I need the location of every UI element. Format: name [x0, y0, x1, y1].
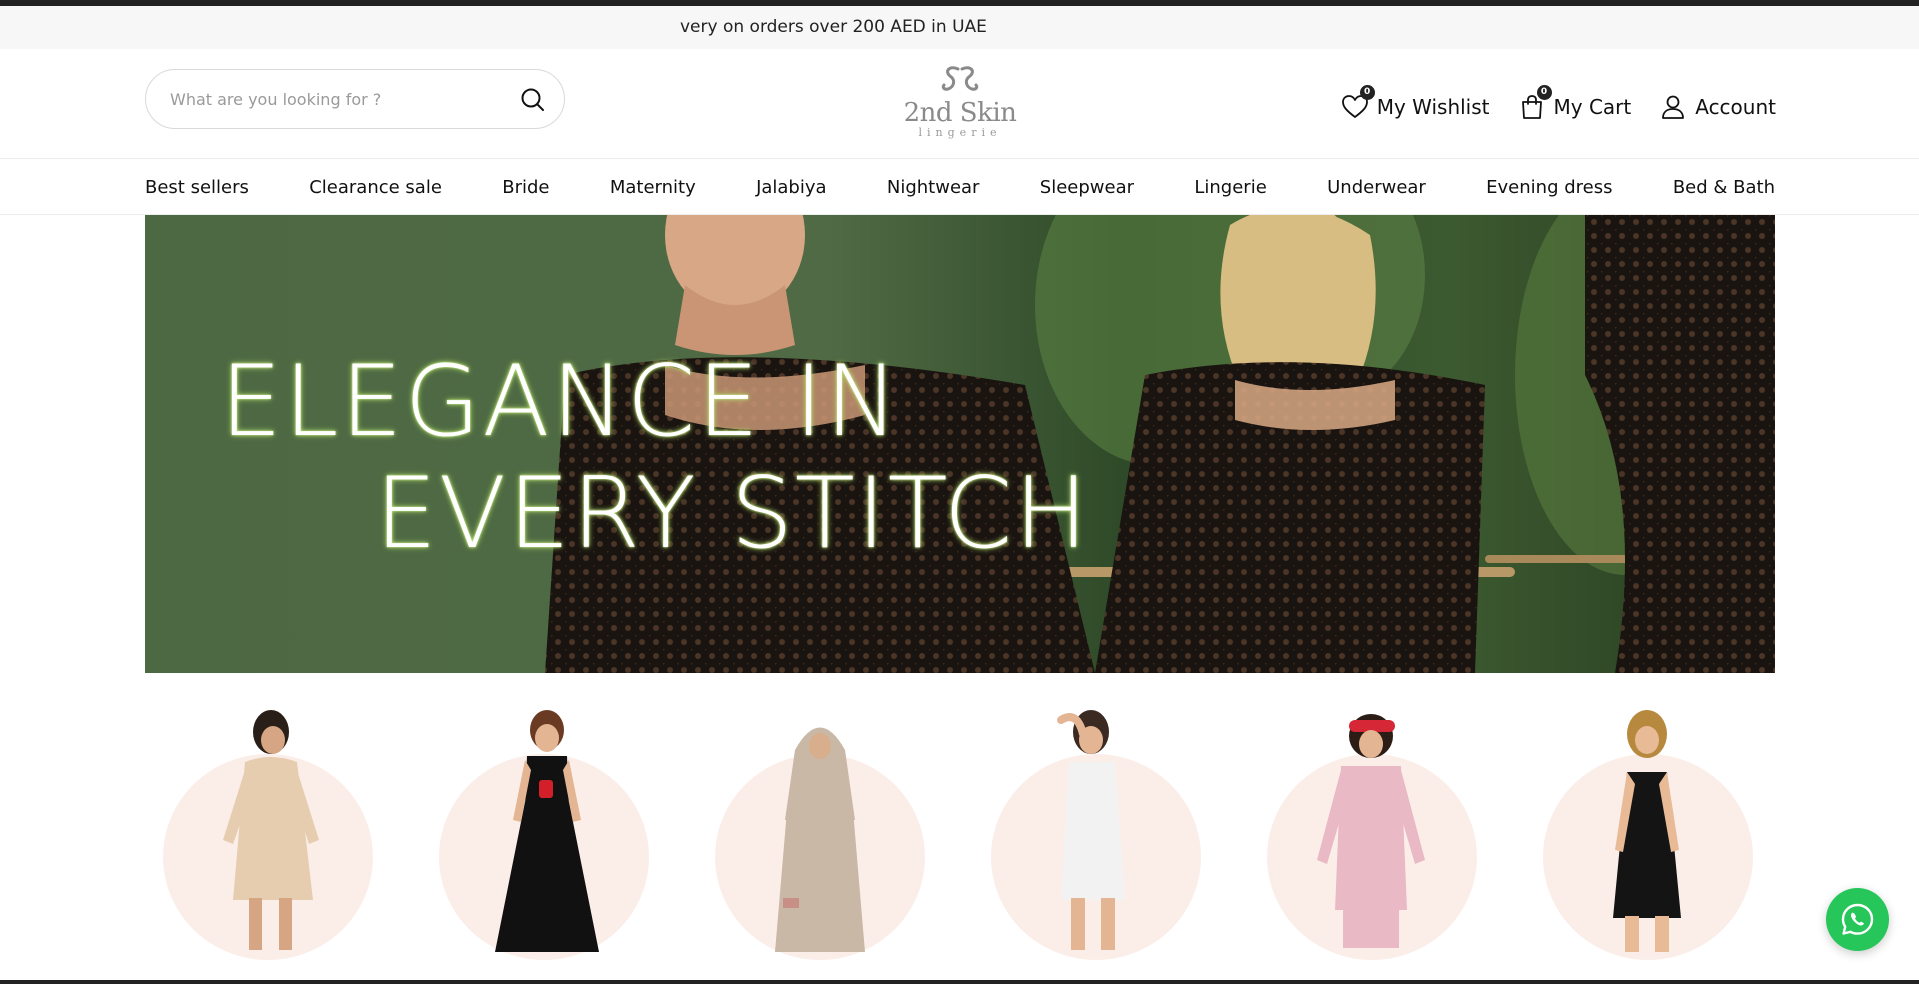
search-input[interactable]	[170, 87, 500, 111]
announcement-text: very on orders over 200 AED in UAE	[680, 17, 987, 37]
nav-item-underwear[interactable]: Underwear	[1327, 177, 1426, 198]
model-figure	[1613, 710, 1681, 952]
brand-logo[interactable]: 2nd Skin lingerie	[900, 65, 1020, 149]
model-figure	[1317, 714, 1425, 948]
cart-count-badge: 0	[1536, 85, 1552, 100]
logo-mark-icon	[941, 66, 979, 91]
shopping-bag-icon: 0	[1518, 85, 1552, 121]
bottom-border	[0, 980, 1919, 984]
nav-item-nightwear[interactable]: Nightwear	[887, 177, 980, 198]
nav-item-best-sellers[interactable]: Best sellers	[145, 177, 249, 198]
wishlist-count-badge: 0	[1359, 85, 1375, 100]
model-figure	[495, 710, 599, 952]
account-label: Account	[1695, 95, 1776, 119]
heart-icon: 0	[1341, 85, 1375, 121]
nav-item-lingerie[interactable]: Lingerie	[1194, 177, 1266, 198]
logo-name: 2nd Skin	[903, 98, 1017, 128]
category-black-dress[interactable]	[439, 710, 649, 960]
search-box[interactable]	[145, 69, 565, 129]
nav-item-maternity[interactable]: Maternity	[610, 177, 696, 198]
category-black-bodycon[interactable]	[1543, 710, 1753, 960]
nav-item-evening-dress[interactable]: Evening dress	[1486, 177, 1612, 198]
nav-list: Best sellers Clearance sale Bride Matern…	[145, 159, 1775, 215]
model-figure	[1057, 710, 1125, 950]
nav-item-sleepwear[interactable]: Sleepwear	[1040, 177, 1134, 198]
user-icon	[1659, 93, 1687, 121]
wishlist-link[interactable]: 0 My Wishlist	[1341, 85, 1490, 121]
cart-link[interactable]: 0 My Cart	[1518, 85, 1632, 121]
nav-item-bride[interactable]: Bride	[502, 177, 549, 198]
announcement-bar: very on orders over 200 AED in UAE	[0, 6, 1919, 49]
category-jalabiya-hijab[interactable]	[715, 710, 925, 960]
hero-headline-line2: EVERY STITCH	[375, 457, 1090, 571]
category-pink-pajama[interactable]	[1267, 710, 1477, 960]
account-link[interactable]: Account	[1659, 93, 1776, 121]
model-figure	[223, 710, 319, 950]
site-header: 2nd Skin lingerie 0 My Wishlist 0 My Car…	[0, 49, 1919, 159]
main-navigation: Best sellers Clearance sale Bride Matern…	[0, 159, 1919, 215]
category-white-romper[interactable]	[991, 710, 1201, 960]
nav-item-clearance-sale[interactable]: Clearance sale	[309, 177, 442, 198]
search-icon[interactable]	[520, 87, 546, 113]
hero-banner[interactable]: ELEGANCE IN EVERY STITCH	[145, 215, 1775, 673]
category-satin-robe[interactable]	[163, 710, 373, 960]
wishlist-label: My Wishlist	[1376, 95, 1490, 119]
whatsapp-chat-button[interactable]	[1826, 888, 1889, 951]
hero-headline-line1: ELEGANCE IN	[220, 345, 901, 459]
category-carousel	[145, 710, 1775, 970]
model-figure	[775, 727, 865, 952]
nav-item-jalabiya[interactable]: Jalabiya	[756, 177, 826, 198]
logo-tagline: lingerie	[918, 126, 1002, 139]
header-actions: 0 My Wishlist 0 My Cart Account	[1341, 85, 1776, 125]
nav-item-bed-bath[interactable]: Bed & Bath	[1673, 177, 1775, 198]
whatsapp-icon	[1841, 903, 1874, 935]
cart-label: My Cart	[1553, 95, 1632, 119]
